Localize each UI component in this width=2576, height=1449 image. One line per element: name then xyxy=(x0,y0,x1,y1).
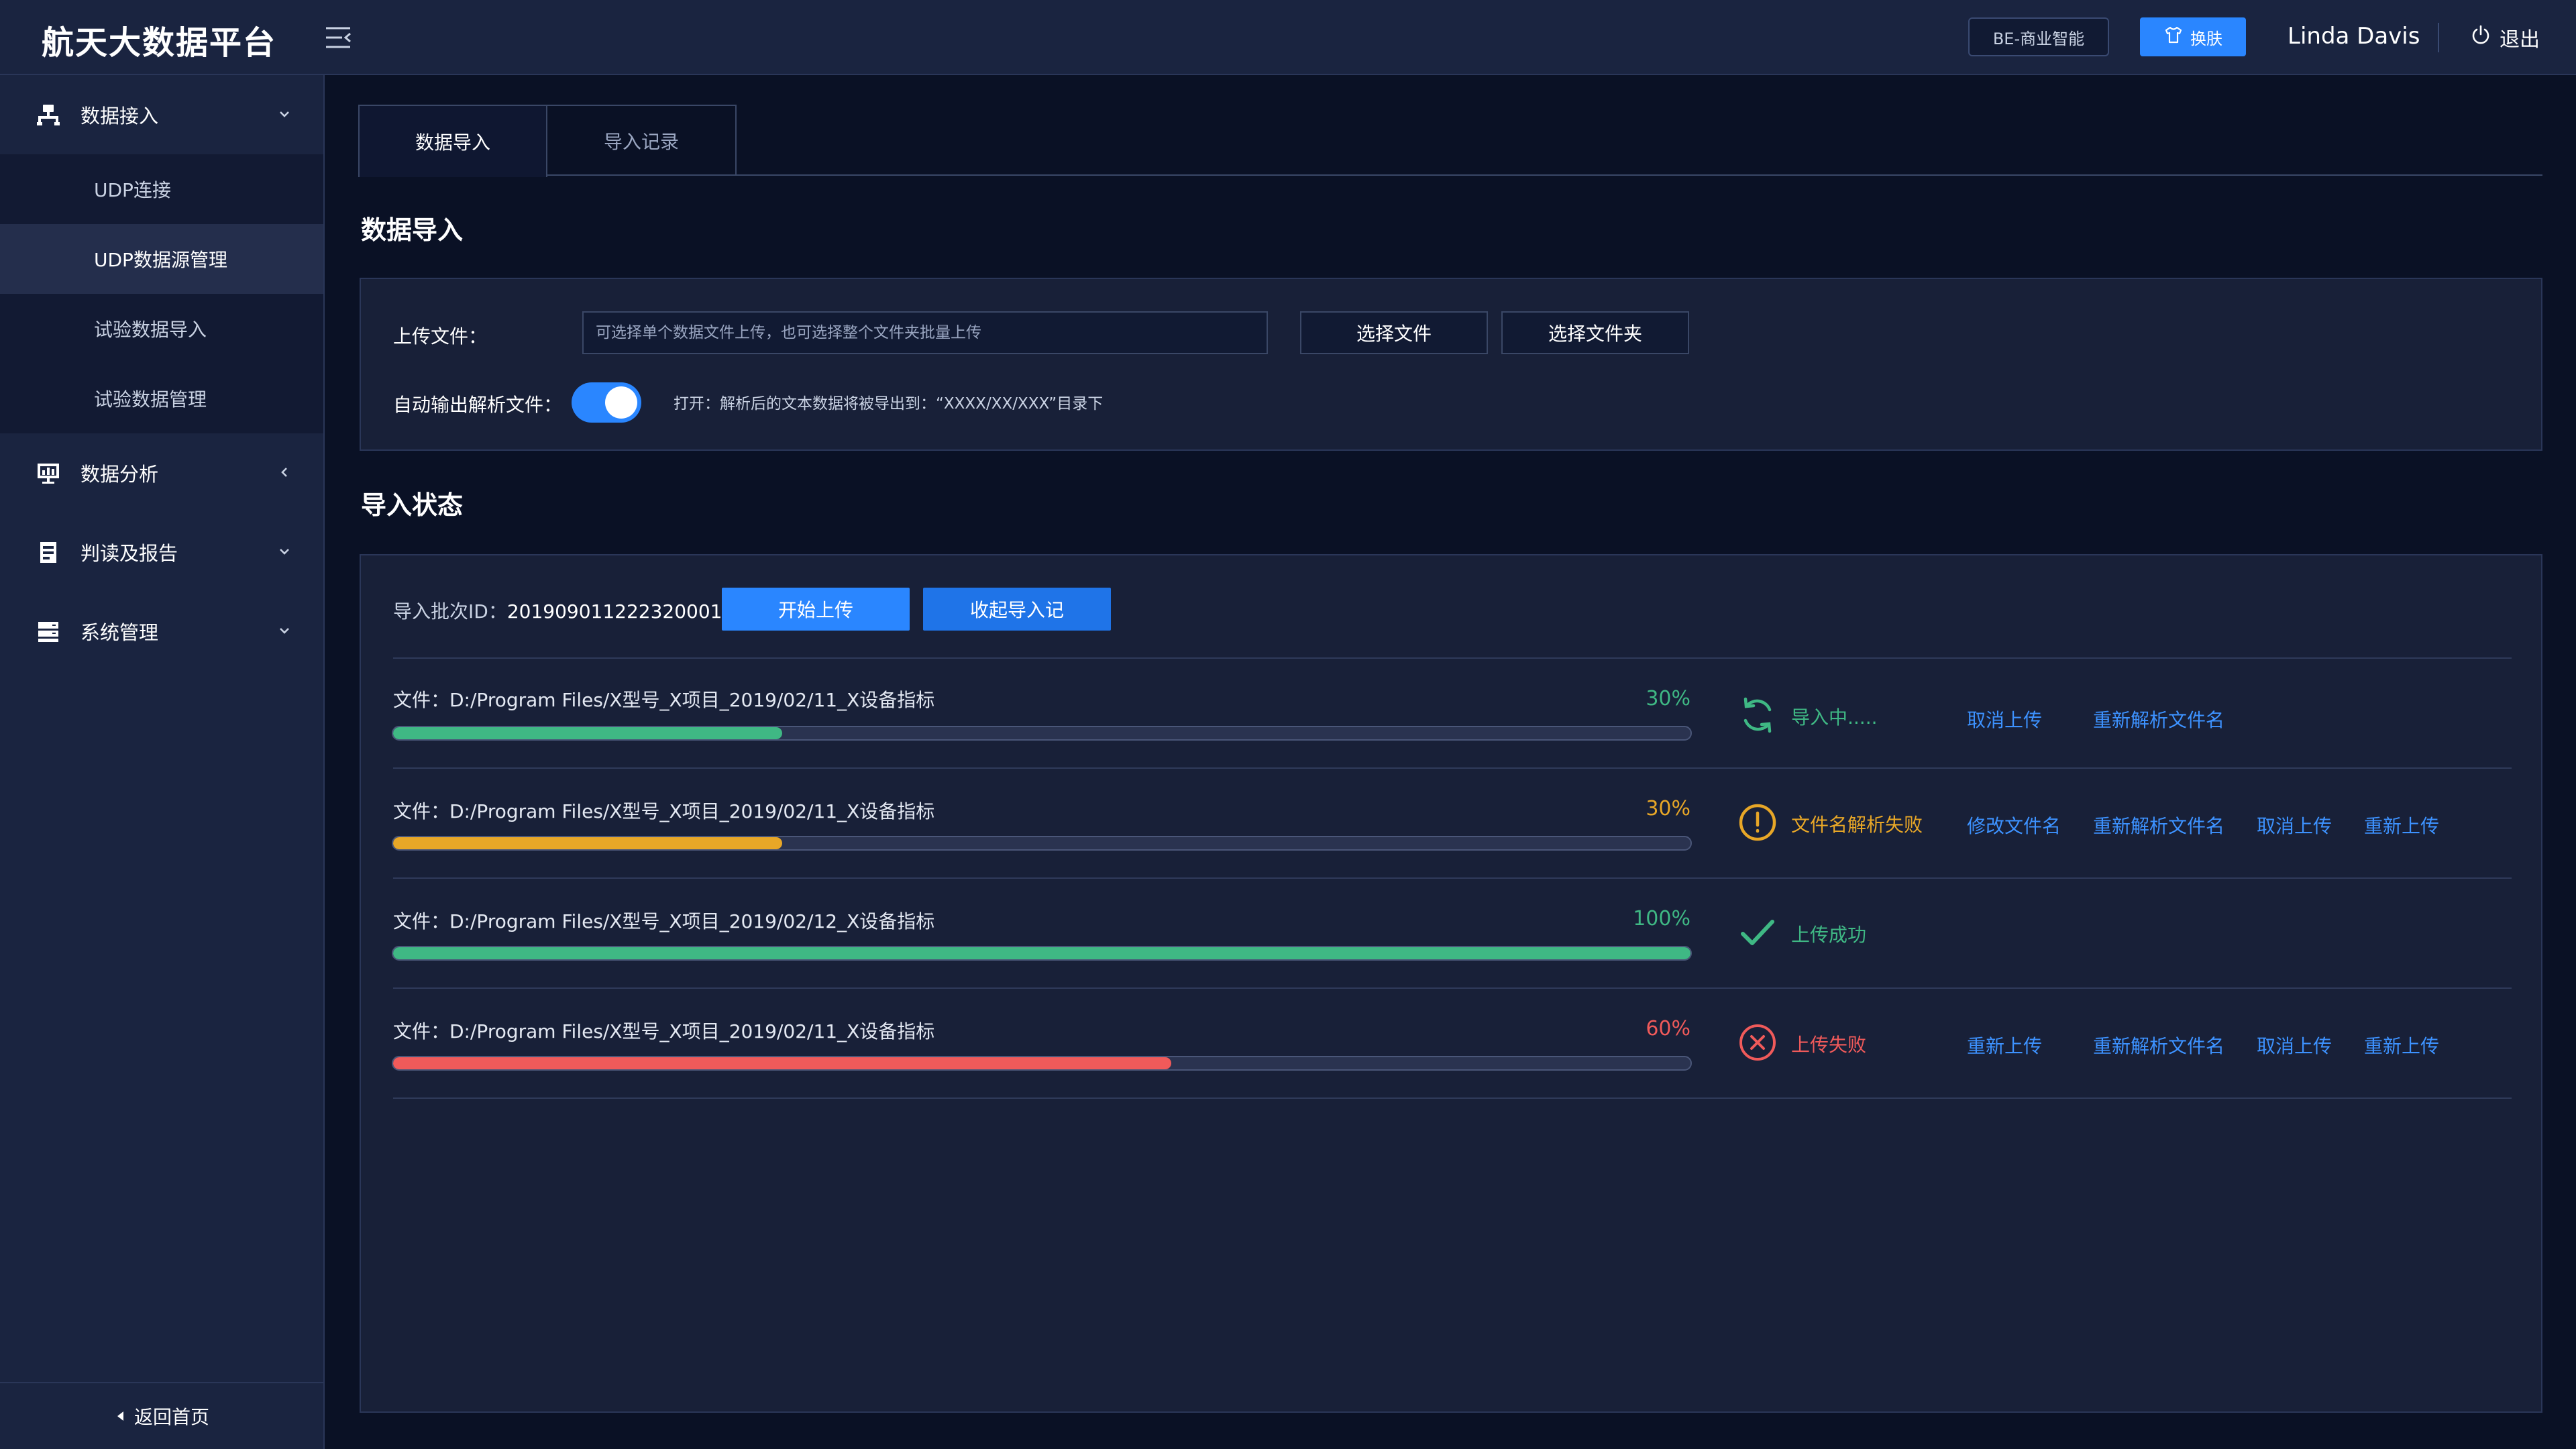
header-divider xyxy=(2438,23,2439,52)
network-icon xyxy=(36,103,60,127)
power-icon xyxy=(2470,24,2491,51)
sidebar: 数据接入 UDP连接 UDP数据源管理 试验数据导入 试验数据管理 数据分析 判 xyxy=(0,75,325,1449)
change-skin-button[interactable]: 换肤 xyxy=(2140,17,2246,56)
sidebar-item-test-data-management[interactable]: 试验数据管理 xyxy=(0,364,323,433)
file-name: 文件：D:/Program Files/X型号_X项目_2019/02/11_X… xyxy=(393,1020,935,1042)
auto-output-label: 自动输出解析文件： xyxy=(393,394,563,416)
main-tabs: 数据导入 导入记录 xyxy=(358,105,2542,177)
sidebar-item-udp-connection[interactable]: UDP连接 xyxy=(0,154,323,224)
upload-panel xyxy=(360,278,2542,451)
row-divider xyxy=(393,767,2512,769)
reparse-filename-link[interactable]: 重新解析文件名 xyxy=(2093,706,2224,733)
report-icon xyxy=(36,540,60,564)
username[interactable]: Linda Davis xyxy=(2288,23,2420,50)
progress-percent: 60% xyxy=(1646,1017,1690,1040)
reupload-link[interactable]: 重新上传 xyxy=(1967,1032,2042,1059)
back-home-button[interactable]: 返回首页 xyxy=(0,1382,323,1449)
sidebar-group-label: 判读及报告 xyxy=(80,542,178,565)
progress-bar-fill xyxy=(393,947,1690,959)
warning-circle-icon xyxy=(1737,802,1778,843)
row-divider xyxy=(393,657,2512,659)
chevron-left-icon xyxy=(275,463,294,482)
sidebar-group-system[interactable]: 系统管理 xyxy=(0,592,323,671)
file-name: 文件：D:/Program Files/X型号_X项目_2019/02/12_X… xyxy=(393,910,935,932)
choose-folder-button[interactable]: 选择文件夹 xyxy=(1501,311,1689,354)
sidebar-item-test-data-import[interactable]: 试验数据导入 xyxy=(0,294,323,364)
refresh-icon xyxy=(1737,695,1778,735)
status-text: 上传失败 xyxy=(1791,1034,1867,1056)
reupload-link[interactable]: 重新上传 xyxy=(2364,812,2439,839)
choose-file-button[interactable]: 选择文件 xyxy=(1300,311,1488,354)
row-divider xyxy=(393,877,2512,879)
sidebar-group-data-access[interactable]: 数据接入 xyxy=(0,75,323,154)
menu-toggle-icon[interactable] xyxy=(325,25,352,50)
top-bar: 航天大数据平台 BE-商业智能 换肤 Linda Davis 退出 xyxy=(0,0,2576,75)
auto-output-toggle[interactable] xyxy=(572,382,641,423)
back-home-label: 返回首页 xyxy=(133,1406,209,1428)
rename-file-link[interactable]: 修改文件名 xyxy=(1967,812,2061,839)
chevron-down-icon xyxy=(275,621,294,640)
sidebar-group-reports[interactable]: 判读及报告 xyxy=(0,513,323,592)
upload-file-input[interactable] xyxy=(582,311,1268,354)
logout-button[interactable]: 退出 xyxy=(2470,23,2540,52)
sidebar-group-label: 数据接入 xyxy=(80,105,159,127)
sidebar-submenu-data-access: UDP连接 UDP数据源管理 试验数据导入 试验数据管理 xyxy=(0,154,323,433)
progress-bar xyxy=(392,946,1692,961)
chevron-down-icon xyxy=(275,542,294,561)
chevron-down-icon xyxy=(275,105,294,123)
progress-bar xyxy=(392,1056,1692,1071)
cancel-upload-link[interactable]: 取消上传 xyxy=(2257,812,2332,839)
sidebar-group-data-analysis[interactable]: 数据分析 xyxy=(0,433,323,513)
status-text: 上传成功 xyxy=(1791,924,1867,946)
sidebar-group-label: 系统管理 xyxy=(80,621,159,644)
chart-monitor-icon xyxy=(36,461,60,485)
status-text: 导入中..... xyxy=(1791,706,1878,729)
cancel-upload-link[interactable]: 取消上传 xyxy=(1967,706,2042,733)
batch-id-label: 导入批次ID： xyxy=(393,600,507,623)
reupload-link[interactable]: 重新上传 xyxy=(2364,1032,2439,1059)
shirt-icon xyxy=(2163,25,2184,49)
progress-bar-fill xyxy=(393,837,783,849)
file-name: 文件：D:/Program Files/X型号_X项目_2019/02/11_X… xyxy=(393,689,935,711)
change-skin-label: 换肤 xyxy=(2190,29,2222,48)
status-text: 文件名解析失败 xyxy=(1791,814,1923,836)
sidebar-item-udp-source-management[interactable]: UDP数据源管理 xyxy=(0,224,323,294)
tab-import-records[interactable]: 导入记录 xyxy=(547,105,737,176)
logout-label: 退出 xyxy=(2500,28,2540,52)
progress-bar-fill xyxy=(393,727,783,739)
sidebar-group-label: 数据分析 xyxy=(80,463,159,486)
file-name: 文件：D:/Program Files/X型号_X项目_2019/02/11_X… xyxy=(393,800,935,822)
auto-output-hint: 打开：解析后的文本数据将被导出到：“XXXX/XX/XXX”目录下 xyxy=(674,395,1104,413)
be-business-intelligence-button[interactable]: BE-商业智能 xyxy=(1968,17,2109,56)
row-divider xyxy=(393,987,2512,989)
progress-percent: 30% xyxy=(1646,797,1690,820)
batch-id-value: 201909011222320001 xyxy=(506,600,722,623)
collapse-records-button[interactable]: 收起导入记 xyxy=(923,588,1111,631)
progress-bar xyxy=(392,726,1692,741)
batch-id-row: 导入批次ID：201909011222320001 xyxy=(393,597,722,624)
server-icon xyxy=(36,619,60,643)
cancel-upload-link[interactable]: 取消上传 xyxy=(2257,1032,2332,1059)
progress-bar-fill xyxy=(393,1057,1172,1069)
brand-title: 航天大数据平台 xyxy=(42,24,277,62)
reparse-filename-link[interactable]: 重新解析文件名 xyxy=(2093,1032,2224,1059)
upload-file-label: 上传文件： xyxy=(393,325,488,347)
row-divider xyxy=(393,1097,2512,1099)
status-panel xyxy=(360,554,2542,1413)
check-icon xyxy=(1737,912,1778,953)
reparse-filename-link[interactable]: 重新解析文件名 xyxy=(2093,812,2224,839)
tab-data-import[interactable]: 数据导入 xyxy=(358,105,547,177)
progress-percent: 100% xyxy=(1633,907,1690,930)
start-upload-button[interactable]: 开始上传 xyxy=(722,588,910,631)
progress-percent: 30% xyxy=(1646,687,1690,710)
section-title-import-status: 导入状态 xyxy=(361,490,464,520)
caret-left-icon xyxy=(114,1405,127,1428)
progress-bar xyxy=(392,836,1692,851)
section-title-data-import: 数据导入 xyxy=(361,215,464,245)
close-circle-icon xyxy=(1737,1022,1778,1063)
